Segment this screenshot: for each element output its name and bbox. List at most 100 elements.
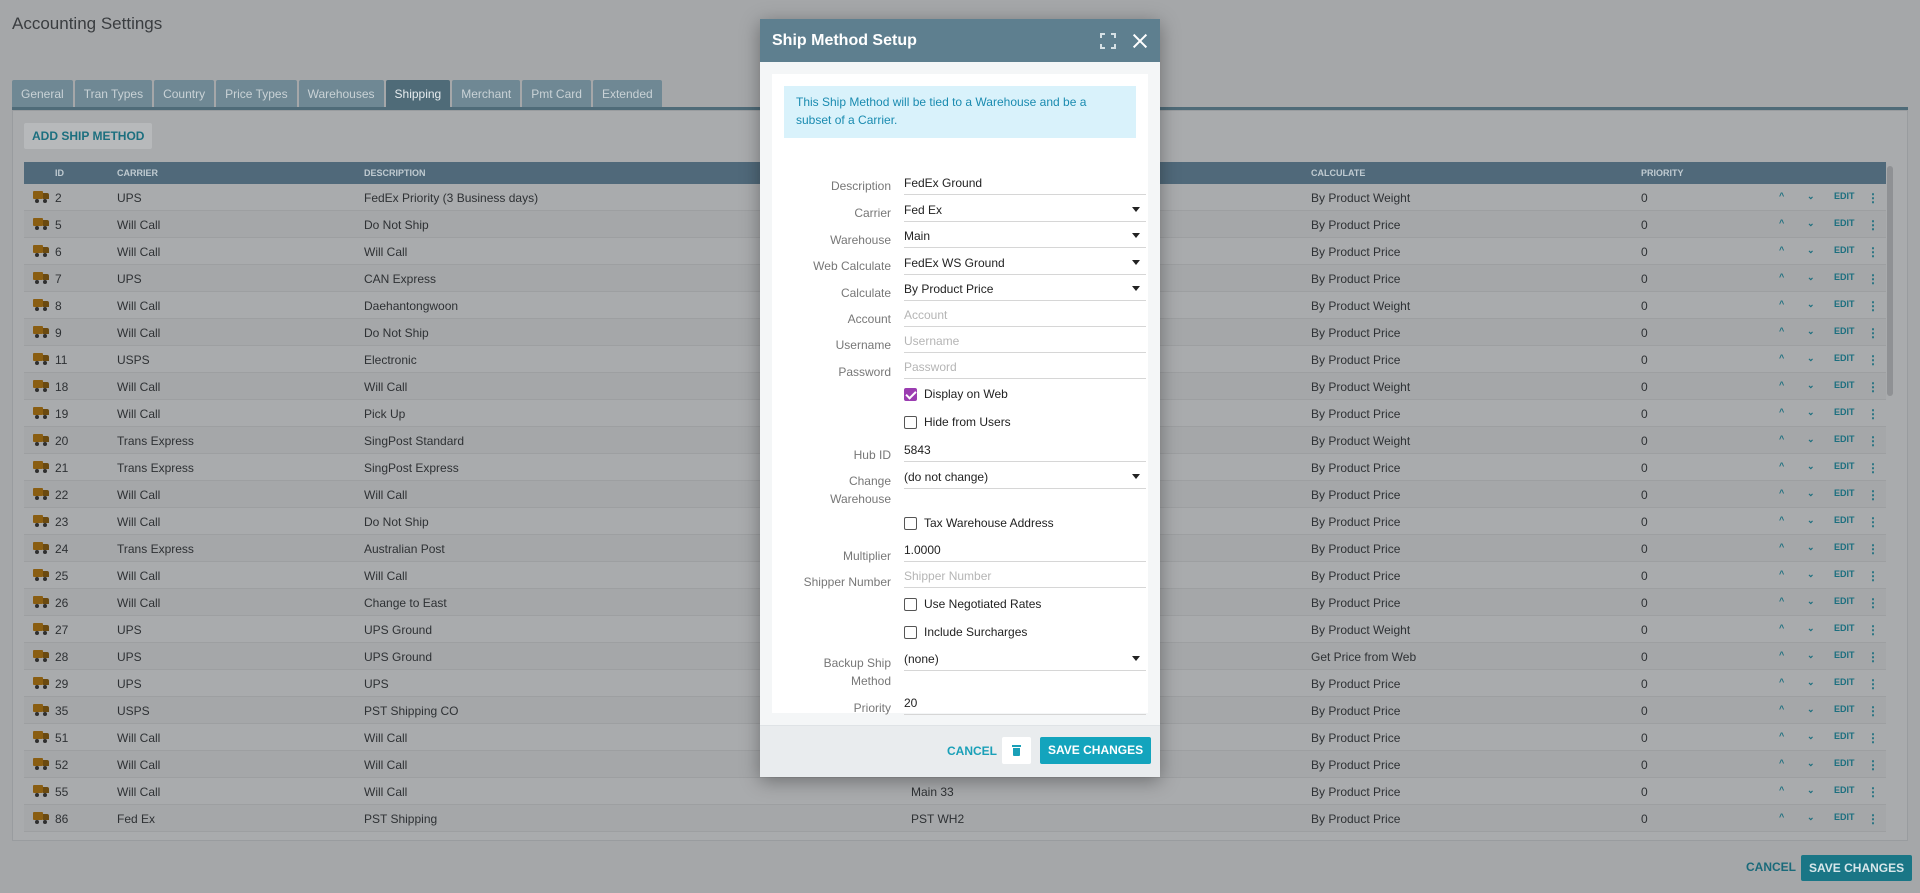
edit-button[interactable]: EDIT bbox=[1834, 569, 1855, 579]
col-header-priority[interactable]: PRIORITY bbox=[1641, 168, 1684, 178]
move-up-icon[interactable]: ^ bbox=[1779, 353, 1784, 363]
more-menu-icon[interactable]: ⋮ bbox=[1867, 488, 1879, 502]
more-menu-icon[interactable]: ⋮ bbox=[1867, 272, 1879, 286]
more-menu-icon[interactable]: ⋮ bbox=[1867, 353, 1879, 367]
more-menu-icon[interactable]: ⋮ bbox=[1867, 326, 1879, 340]
move-up-icon[interactable]: ^ bbox=[1779, 758, 1784, 768]
move-up-icon[interactable]: ^ bbox=[1779, 218, 1784, 228]
delete-button[interactable] bbox=[1002, 737, 1031, 764]
move-down-icon[interactable]: ⌄ bbox=[1807, 677, 1815, 688]
grid-scrollbar[interactable] bbox=[1887, 166, 1893, 396]
edit-button[interactable]: EDIT bbox=[1834, 623, 1855, 633]
more-menu-icon[interactable]: ⋮ bbox=[1867, 461, 1879, 475]
tab-tran-types[interactable]: Tran Types bbox=[74, 80, 153, 108]
add-ship-method-button[interactable]: ADD SHIP METHOD bbox=[24, 123, 153, 149]
move-down-icon[interactable]: ⌄ bbox=[1807, 218, 1815, 229]
move-down-icon[interactable]: ⌄ bbox=[1807, 245, 1815, 256]
dialog-cancel-button[interactable]: CANCEL bbox=[947, 744, 997, 758]
move-up-icon[interactable]: ^ bbox=[1779, 569, 1784, 579]
move-up-icon[interactable]: ^ bbox=[1779, 272, 1784, 282]
edit-button[interactable]: EDIT bbox=[1834, 704, 1855, 714]
more-menu-icon[interactable]: ⋮ bbox=[1867, 434, 1879, 448]
hub-id-input[interactable]: 5843 bbox=[904, 441, 1146, 462]
more-menu-icon[interactable]: ⋮ bbox=[1867, 245, 1879, 259]
use-negotiated-rates-checkbox[interactable]: Use Negotiated Rates bbox=[904, 597, 1041, 611]
password-input[interactable]: Password bbox=[904, 358, 1146, 379]
move-down-icon[interactable]: ⌄ bbox=[1807, 380, 1815, 391]
tab-extended[interactable]: Extended bbox=[592, 80, 662, 108]
edit-button[interactable]: EDIT bbox=[1834, 650, 1855, 660]
more-menu-icon[interactable]: ⋮ bbox=[1867, 542, 1879, 556]
more-menu-icon[interactable]: ⋮ bbox=[1867, 569, 1879, 583]
backup-ship-method-select[interactable]: (none) bbox=[904, 650, 1146, 671]
web-calculate-select[interactable]: FedEx WS Ground bbox=[904, 254, 1146, 275]
tab-warehouses[interactable]: Warehouses bbox=[298, 80, 384, 108]
description-input[interactable]: FedEx Ground bbox=[904, 174, 1146, 195]
calculate-select[interactable]: By Product Price bbox=[904, 280, 1146, 301]
close-icon[interactable] bbox=[1132, 33, 1148, 49]
move-down-icon[interactable]: ⌄ bbox=[1807, 488, 1815, 499]
move-up-icon[interactable]: ^ bbox=[1779, 785, 1784, 795]
more-menu-icon[interactable]: ⋮ bbox=[1867, 731, 1879, 745]
move-up-icon[interactable]: ^ bbox=[1779, 299, 1784, 309]
move-up-icon[interactable]: ^ bbox=[1779, 623, 1784, 633]
edit-button[interactable]: EDIT bbox=[1834, 461, 1855, 471]
tab-general[interactable]: General bbox=[12, 80, 73, 108]
more-menu-icon[interactable]: ⋮ bbox=[1867, 596, 1879, 610]
change-warehouse-select[interactable]: (do not change) bbox=[904, 468, 1146, 489]
move-down-icon[interactable]: ⌄ bbox=[1807, 569, 1815, 580]
tab-pmt-card[interactable]: Pmt Card bbox=[522, 80, 591, 108]
move-down-icon[interactable]: ⌄ bbox=[1807, 596, 1815, 607]
move-up-icon[interactable]: ^ bbox=[1779, 245, 1784, 255]
move-up-icon[interactable]: ^ bbox=[1779, 326, 1784, 336]
dialog-save-changes-button[interactable]: SAVE CHANGES bbox=[1040, 737, 1152, 764]
move-up-icon[interactable]: ^ bbox=[1779, 407, 1784, 417]
move-up-icon[interactable]: ^ bbox=[1779, 704, 1784, 714]
move-up-icon[interactable]: ^ bbox=[1779, 434, 1784, 444]
edit-button[interactable]: EDIT bbox=[1834, 245, 1855, 255]
include-surcharges-checkbox[interactable]: Include Surcharges bbox=[904, 625, 1027, 639]
tab-merchant[interactable]: Merchant bbox=[452, 80, 521, 108]
move-down-icon[interactable]: ⌄ bbox=[1807, 299, 1815, 310]
edit-button[interactable]: EDIT bbox=[1834, 677, 1855, 687]
multiplier-input[interactable]: 1.0000 bbox=[904, 541, 1146, 562]
move-down-icon[interactable]: ⌄ bbox=[1807, 731, 1815, 742]
more-menu-icon[interactable]: ⋮ bbox=[1867, 650, 1879, 664]
carrier-select[interactable]: Fed Ex bbox=[904, 201, 1146, 222]
move-up-icon[interactable]: ^ bbox=[1779, 542, 1784, 552]
move-down-icon[interactable]: ⌄ bbox=[1807, 623, 1815, 634]
more-menu-icon[interactable]: ⋮ bbox=[1867, 299, 1879, 313]
move-down-icon[interactable]: ⌄ bbox=[1807, 515, 1815, 526]
col-header-description[interactable]: DESCRIPTION bbox=[364, 168, 426, 178]
more-menu-icon[interactable]: ⋮ bbox=[1867, 704, 1879, 718]
edit-button[interactable]: EDIT bbox=[1834, 299, 1855, 309]
warehouse-select[interactable]: Main bbox=[904, 227, 1146, 248]
move-up-icon[interactable]: ^ bbox=[1779, 731, 1784, 741]
move-down-icon[interactable]: ⌄ bbox=[1807, 191, 1815, 202]
tab-shipping[interactable]: Shipping bbox=[385, 80, 451, 108]
more-menu-icon[interactable]: ⋮ bbox=[1867, 812, 1879, 826]
hide-from-users-checkbox[interactable]: Hide from Users bbox=[904, 415, 1011, 429]
move-up-icon[interactable]: ^ bbox=[1779, 677, 1784, 687]
edit-button[interactable]: EDIT bbox=[1834, 272, 1855, 282]
edit-button[interactable]: EDIT bbox=[1834, 758, 1855, 768]
move-up-icon[interactable]: ^ bbox=[1779, 488, 1784, 498]
account-input[interactable]: Account bbox=[904, 306, 1146, 327]
edit-button[interactable]: EDIT bbox=[1834, 407, 1855, 417]
edit-button[interactable]: EDIT bbox=[1834, 812, 1855, 822]
edit-button[interactable]: EDIT bbox=[1834, 596, 1855, 606]
edit-button[interactable]: EDIT bbox=[1834, 434, 1855, 444]
more-menu-icon[interactable]: ⋮ bbox=[1867, 191, 1879, 205]
edit-button[interactable]: EDIT bbox=[1834, 326, 1855, 336]
move-down-icon[interactable]: ⌄ bbox=[1807, 812, 1815, 823]
shipper-number-input[interactable]: Shipper Number bbox=[904, 567, 1146, 588]
table-row[interactable]: 86 Fed Ex PST Shipping PST WH2 By Product Pr… bbox=[24, 805, 1886, 832]
table-row[interactable]: 55 Will Call Will Call Main 33 By Product Pr… bbox=[24, 778, 1886, 805]
edit-button[interactable]: EDIT bbox=[1834, 785, 1855, 795]
edit-button[interactable]: EDIT bbox=[1834, 542, 1855, 552]
col-header-calculate[interactable]: CALCULATE bbox=[1311, 168, 1365, 178]
move-down-icon[interactable]: ⌄ bbox=[1807, 785, 1815, 796]
display-on-web-checkbox[interactable]: Display on Web bbox=[904, 387, 1008, 401]
move-down-icon[interactable]: ⌄ bbox=[1807, 758, 1815, 769]
move-down-icon[interactable]: ⌄ bbox=[1807, 650, 1815, 661]
